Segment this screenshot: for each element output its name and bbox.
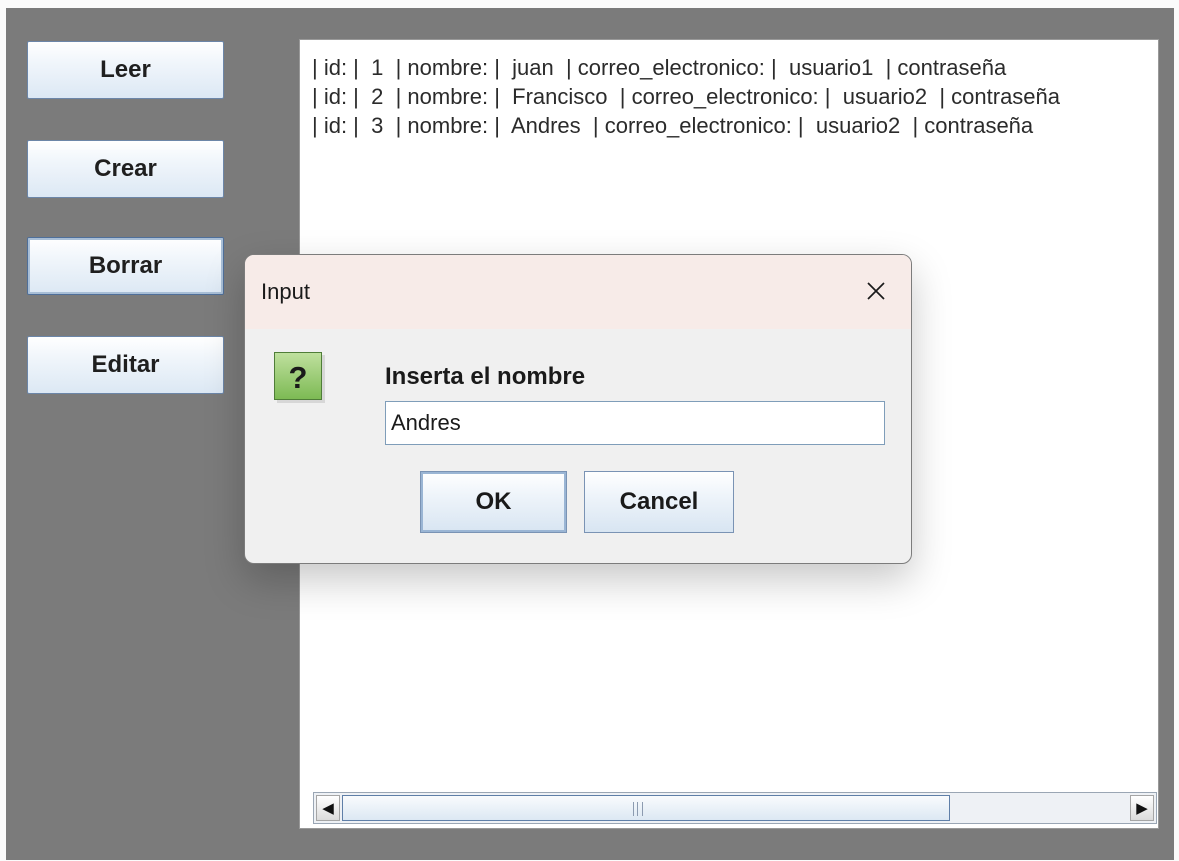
- close-button[interactable]: [859, 274, 893, 308]
- create-button[interactable]: Crear: [27, 140, 224, 198]
- question-icon: ?: [274, 352, 322, 400]
- scroll-left-button[interactable]: ◀: [316, 795, 340, 821]
- grip-icon: [633, 802, 643, 816]
- output-line: | id: | 2 | nombre: | Francisco | correo…: [312, 84, 1061, 109]
- scroll-right-button[interactable]: ▶: [1130, 795, 1154, 821]
- output-lines: | id: | 1 | nombre: | juan | correo_elec…: [312, 53, 1148, 140]
- output-line: | id: | 1 | nombre: | juan | correo_elec…: [312, 55, 1007, 80]
- close-icon: [867, 282, 885, 300]
- cancel-button[interactable]: Cancel: [584, 471, 734, 533]
- ok-button[interactable]: OK: [420, 471, 567, 533]
- read-button[interactable]: Leer: [27, 41, 224, 99]
- output-line: | id: | 3 | nombre: | Andres | correo_el…: [312, 113, 1034, 138]
- arrow-right-icon: ▶: [1136, 800, 1148, 817]
- question-mark: ?: [288, 359, 308, 395]
- input-dialog: Input ? Inserta el nombre OK Cancel: [244, 254, 912, 564]
- dialog-title-bar: Input: [245, 255, 911, 329]
- delete-button[interactable]: Borrar: [27, 237, 224, 295]
- name-input[interactable]: [385, 401, 885, 445]
- scroll-thumb[interactable]: [342, 795, 950, 821]
- dialog-title: Input: [261, 279, 310, 304]
- horizontal-scrollbar[interactable]: ◀ ▶: [313, 792, 1157, 824]
- edit-button[interactable]: Editar: [27, 336, 224, 394]
- arrow-left-icon: ◀: [322, 800, 334, 817]
- dialog-prompt: Inserta el nombre: [385, 363, 586, 390]
